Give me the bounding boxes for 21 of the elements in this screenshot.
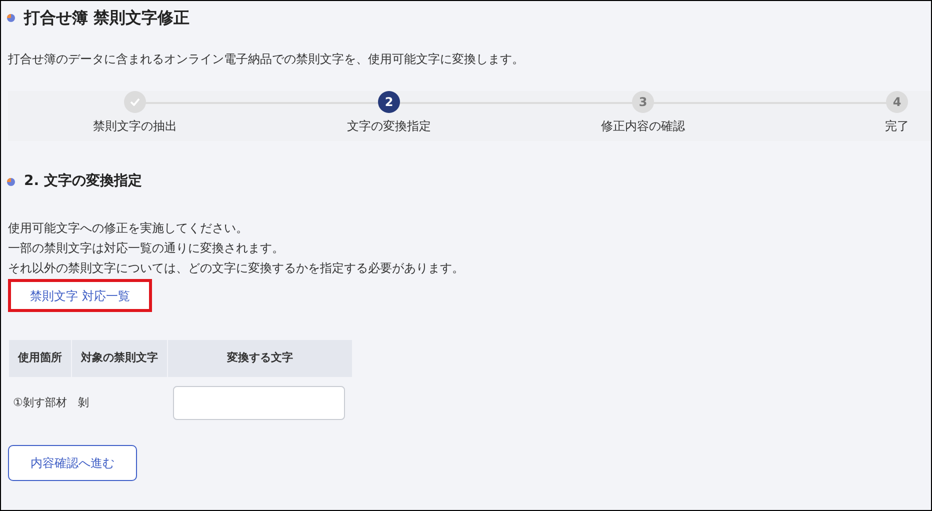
step-label: 禁則文字の抽出	[93, 118, 177, 135]
step-label: 完了	[885, 118, 909, 135]
step-label: 文字の変換指定	[347, 118, 431, 135]
replacement-field[interactable]	[173, 386, 345, 420]
bullet-icon	[6, 13, 16, 23]
column-header: 使用箇所	[9, 340, 71, 377]
check-icon	[130, 98, 140, 106]
step-label: 修正内容の確認	[601, 118, 685, 135]
table-cell-text: 剝	[77, 394, 90, 411]
proceed-button[interactable]: 内容確認へ進む	[8, 445, 137, 481]
column-header: 対象の禁則文字	[72, 340, 167, 377]
instruction-text: 一部の禁則文字は対応一覧の通りに変換されます。	[8, 240, 285, 257]
column-header: 変換する文字	[168, 340, 352, 377]
character-list-link[interactable]: 禁則文字 対応一覧	[8, 279, 152, 312]
instruction-text: 使用可能文字への修正を実施してください。	[8, 220, 249, 237]
page-title: 打合せ簿 禁則文字修正	[24, 7, 190, 29]
bullet-icon	[6, 176, 16, 186]
page-description: 打合せ簿のデータに含まれるオンライン電子納品での禁則文字を、使用可能文字に変換します。	[8, 51, 525, 68]
section-title: 2. 文字の変換指定	[24, 172, 142, 191]
instruction-text: それ以外の禁則文字については、どの文字に変換するかを指定する必要があります。	[8, 260, 465, 277]
table-cell-text: ①剝す部材	[12, 394, 68, 411]
